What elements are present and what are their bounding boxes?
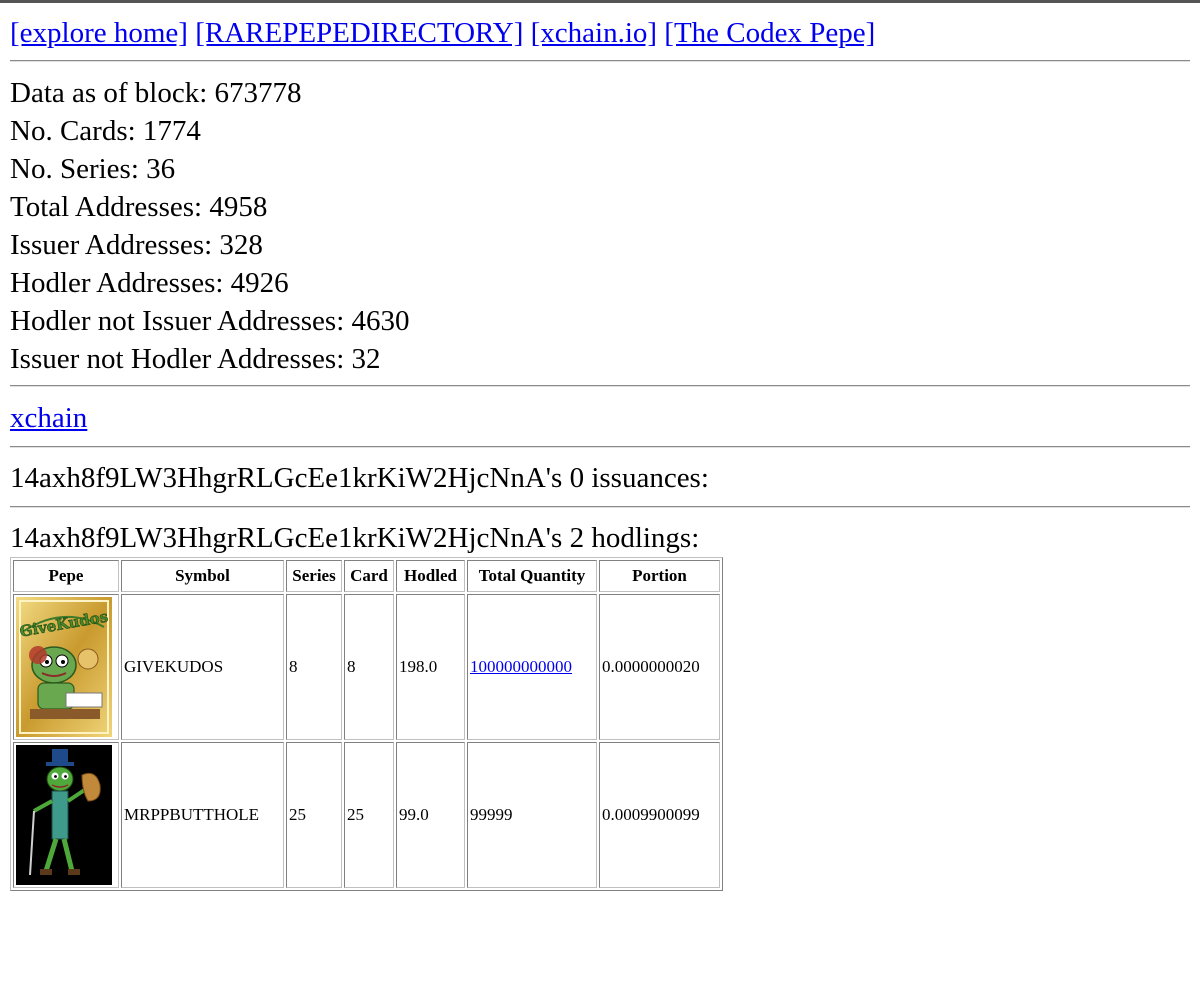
stat-hodler-not-issuer: Hodler not Issuer Addresses: 4630	[10, 305, 410, 337]
total-quantity-cell: 100000000000	[467, 594, 597, 740]
table-row: MRPPBUTTHOLE 25 25 99.0 99999 0.00099000…	[13, 742, 720, 888]
stat-issuer-not-hodler: Issuer not Hodler Addresses: 32	[10, 343, 381, 375]
stat-hodler-addresses: Hodler Addresses: 4926	[10, 267, 289, 299]
header-portion: Portion	[599, 560, 720, 592]
divider	[10, 506, 1190, 508]
divider	[10, 446, 1190, 448]
header-pepe: Pepe	[13, 560, 119, 592]
nav-rarepepedirectory-link[interactable]: [RAREPEPEDIRECTORY]	[195, 17, 523, 49]
issuances-heading: 14axh8f9LW3HhgrRLGcEe1krKiW2HjcNnA's 0 i…	[10, 462, 709, 494]
hodled-cell: 99.0	[396, 742, 465, 888]
divider	[10, 60, 1190, 62]
nav-codex-pepe-link[interactable]: [The Codex Pepe]	[664, 17, 875, 49]
series-cell: 8	[286, 594, 342, 740]
top-border	[0, 0, 1200, 3]
total-quantity-link[interactable]: 100000000000	[470, 657, 572, 676]
stat-num-cards: No. Cards: 1774	[10, 115, 201, 147]
divider	[10, 385, 1190, 387]
header-hodled: Hodled	[396, 560, 465, 592]
portion-cell: 0.0000000020	[599, 594, 720, 740]
hodled-cell: 198.0	[396, 594, 465, 740]
symbol-cell: MRPPBUTTHOLE	[121, 742, 284, 888]
total-quantity-cell: 99999	[467, 742, 597, 888]
header-total-quantity: Total Quantity	[467, 560, 597, 592]
pepe-image-cell	[13, 742, 119, 888]
mrppbutthole-card-image[interactable]	[16, 745, 112, 885]
pepe-image-cell: GiveKudos	[13, 594, 119, 740]
card-cell: 8	[344, 594, 394, 740]
header-card: Card	[344, 560, 394, 592]
card-cell: 25	[344, 742, 394, 888]
header-symbol: Symbol	[121, 560, 284, 592]
hodlings-heading: 14axh8f9LW3HhgrRLGcEe1krKiW2HjcNnA's 2 h…	[10, 522, 700, 554]
hodlings-table: Pepe Symbol Series Card Hodled Total Qua…	[10, 557, 723, 891]
stat-block-height: Data as of block: 673778	[10, 77, 302, 109]
givekudos-card-image[interactable]: GiveKudos	[16, 597, 112, 737]
stat-issuer-addresses: Issuer Addresses: 328	[10, 229, 263, 261]
nav-explore-home-link[interactable]: [explore home]	[10, 17, 188, 49]
symbol-cell: GIVEKUDOS	[121, 594, 284, 740]
table-header-row: Pepe Symbol Series Card Hodled Total Qua…	[13, 560, 720, 592]
nav-links: [explore home] [RAREPEPEDIRECTORY] [xcha…	[10, 15, 875, 51]
stat-num-series: No. Series: 36	[10, 153, 176, 185]
portion-cell: 0.0009900099	[599, 742, 720, 888]
stat-total-addresses: Total Addresses: 4958	[10, 191, 268, 223]
table-row: GiveKudos GIVEKUDOS 8 8 198.0 1000000000…	[13, 594, 720, 740]
stats-block: Data as of block: 673778 No. Cards: 1774…	[10, 74, 410, 378]
series-cell: 25	[286, 742, 342, 888]
xchain-link[interactable]: xchain	[10, 400, 87, 436]
nav-xchain-io-link[interactable]: [xchain.io]	[531, 17, 657, 49]
header-series: Series	[286, 560, 342, 592]
